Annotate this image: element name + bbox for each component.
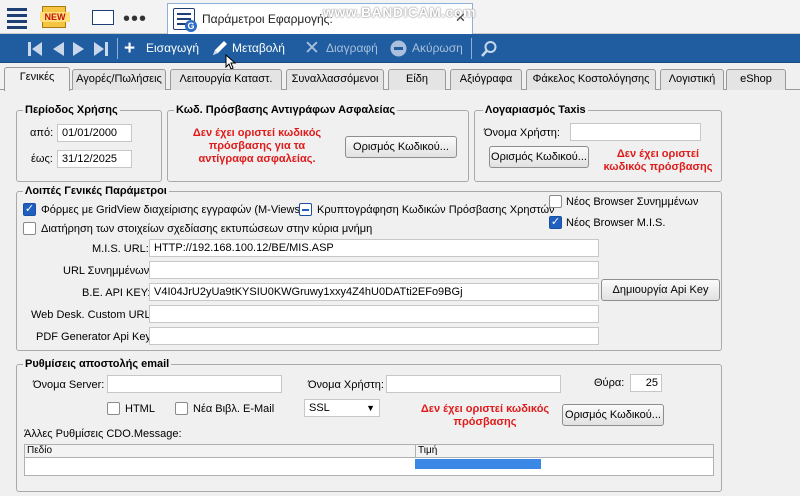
email-username-label: Όνομα Χρήστη: [308,379,384,391]
chevron-down-icon: ▼ [366,403,375,413]
email-port-label: Θύρα: [594,377,625,389]
tab-accounting[interactable]: Λογιστική [660,69,724,90]
taxis-password-warning: Δεν έχει οριστεί κωδικός πρόσβασης [603,148,713,173]
search-icon[interactable] [480,40,498,58]
attachments-url-input[interactable] [149,261,599,279]
grid-selected-cell[interactable] [415,459,541,469]
encrypt-passwords-label: Κρυπτογράφηση Κωδικών Πρόσβασης Χρηστών [317,204,555,216]
api-key-input[interactable]: V4I04JrU2yUa9tKYSIU0KWGruwy1xxy4Z4hU0DAT… [149,283,599,301]
tab-eshop[interactable]: eShop [726,69,786,90]
usage-period-group: Περίοδος Χρήσης [16,104,162,182]
recorder-watermark: www.BANDICAM.com [323,4,476,20]
backup-password-legend: Κωδ. Πρόσβασης Αντιγράφων Ασφαλείας [174,104,398,116]
tab-purchases-sales[interactable]: Αγορές/Πωλήσεις [72,69,166,90]
tab-store-operation[interactable]: Λειτουργία Καταστ. [170,69,282,90]
new-mis-browser-checkbox[interactable]: ✓ [549,216,562,229]
tab-items[interactable]: Είδη [388,69,446,90]
email-server-label: Όνομα Server: [33,379,105,391]
toolbar-separator [117,38,118,59]
email-html-checkbox[interactable] [107,402,120,415]
mail-icon[interactable] [90,4,116,30]
email-server-input[interactable] [107,375,282,393]
keep-print-design-checkbox[interactable] [23,222,36,235]
app-settings-icon: G [173,8,197,32]
tab-costing-folder[interactable]: Φάκελος Κοστολόγησης [526,69,656,90]
taxis-account-legend: Λογαριασμός Taxis [483,104,588,116]
email-username-input[interactable] [386,375,561,393]
last-record-icon[interactable] [93,41,109,57]
attachments-url-label: URL Συνημμένων: [63,265,153,277]
cancel-button[interactable]: Ακύρωση [390,34,470,63]
new-mis-browser-label: Νέος Browser M.I.S. [566,217,666,229]
minus-circle-icon [390,40,407,57]
email-new-library-label: Νέα Βιβλ. E-Mail [193,403,275,415]
email-set-password-button[interactable]: Ορισμός Κωδικού... [562,404,664,426]
tab-securities[interactable]: Αξιόγραφα [450,69,522,90]
api-key-label: B.E. API KEY: [82,287,151,299]
previous-record-icon[interactable] [51,41,65,57]
tab-partners[interactable]: Συναλλασσόμενοι [286,69,384,90]
cdo-settings-label: Άλλες Ρυθμίσεις CDO.Message: [24,428,182,440]
taxis-username-input[interactable] [570,123,701,141]
mis-url-label: M.I.S. URL: [92,243,149,255]
toolbar-separator [471,38,472,59]
more-icon[interactable]: ••• [123,8,147,31]
menu-list-icon[interactable] [4,4,30,30]
settings-tabs: Γενικές Αγορές/Πωλήσεις Λειτουργία Κατασ… [0,66,800,91]
toolbar: + Εισαγωγή Μεταβολή ✕ Διαγραφή Ακύρωση [0,34,800,63]
email-security-select[interactable]: SSL ▼ [304,399,380,417]
keep-print-design-label: Διατήρηση των στοιχείων σχεδίασης εκτυπώ… [41,223,373,235]
email-port-input[interactable]: 25 [630,374,662,392]
grid-col-field[interactable]: Πεδίο [25,445,52,457]
cdo-settings-grid[interactable]: Πεδίο Τιμή [24,444,714,476]
email-new-library-checkbox[interactable] [175,402,188,415]
generate-api-key-button[interactable]: Δημιουργία Api Key [601,279,720,301]
delete-button[interactable]: ✕ Διαγραφή [304,34,384,63]
usage-period-legend: Περίοδος Χρήσης [23,104,120,116]
title-bar: NEW ••• G Παράμετροι Εφαρμογής: ✕ www.BA… [0,0,800,34]
email-password-warning: Δεν έχει οριστεί κωδικός πρόσβασης [420,403,550,428]
webdesk-url-label: Web Desk. Custom URL: [31,309,154,321]
document-tab-title: Παράμετροι Εφαρμογής: [202,12,333,26]
grid-header: Πεδίο Τιμή [25,445,713,458]
grid-col-value[interactable]: Τιμή [416,445,437,457]
first-record-icon[interactable] [27,41,43,57]
new-document-icon[interactable]: NEW [40,4,70,30]
pdf-api-key-input[interactable] [149,327,599,345]
encrypt-passwords-checkbox[interactable] [299,203,312,216]
backup-password-warning: Δεν έχει οριστεί κωδικός πρόσβασης για τ… [192,127,322,165]
gridview-checkbox[interactable]: ✓ [23,203,36,216]
x-icon: ✕ [304,38,320,59]
general-params-legend: Λοιπές Γενικές Παράμετροι [23,185,169,197]
webdesk-url-input[interactable] [149,305,599,323]
taxis-set-password-button[interactable]: Ορισμός Κωδικού... [489,146,589,168]
new-attachments-browser-label: Νέος Browser Συνημμένων [566,196,699,208]
pdf-api-key-label: PDF Generator Api Key [36,331,151,343]
insert-button[interactable]: + Εισαγωγή [124,34,204,63]
period-to-label: έως: [31,153,53,165]
email-html-label: HTML [125,403,155,415]
period-from-label: από: [30,127,54,139]
next-record-icon[interactable] [72,41,86,57]
backup-set-password-button[interactable]: Ορισμός Κωδικού... [345,136,457,158]
email-settings-legend: Ρυθμίσεις αποστολής email [23,358,172,370]
new-badge: NEW [40,12,70,22]
period-from-input[interactable]: 01/01/2000 [57,124,132,142]
tab-general[interactable]: Γενικές [4,67,70,91]
mis-url-input[interactable]: HTTP://192.168.100.12/BE/MIS.ASP [149,239,599,257]
period-to-input[interactable]: 31/12/2025 [57,150,132,168]
plus-icon: + [124,38,136,59]
edit-button[interactable]: Μεταβολή [210,34,300,63]
new-attachments-browser-checkbox[interactable] [549,195,562,208]
taxis-username-label: Όνομα Χρήστη: [484,127,560,139]
gridview-label: Φόρμες με GridView διαχείρισης εγγραφών … [41,204,304,216]
